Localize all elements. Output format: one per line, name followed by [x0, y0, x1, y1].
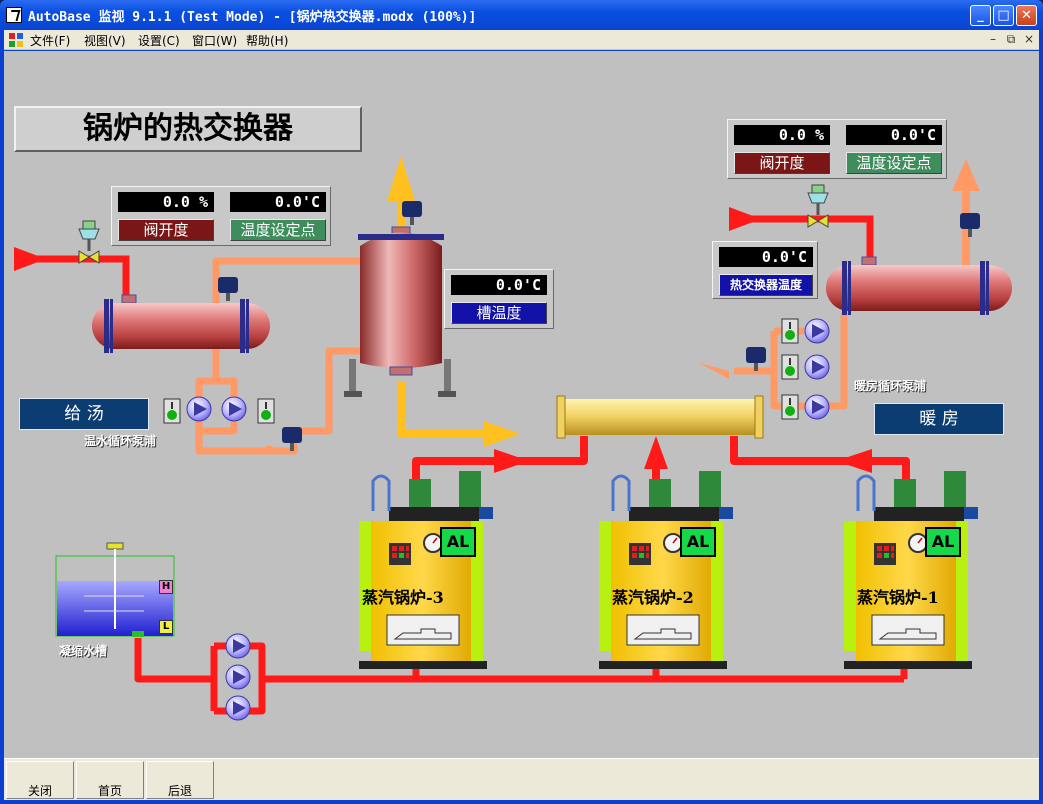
right-heat-exchanger[interactable]: [826, 256, 1012, 315]
hx-temp-panel: 0.0'C 热交换器温度: [712, 241, 818, 299]
tank-temp-value: 0.0'C: [451, 275, 547, 295]
pump-switch-icon[interactable]: [781, 354, 799, 380]
boiler-2[interactable]: [599, 471, 733, 669]
boiler-1-label: 蒸汽锅炉-1: [857, 588, 939, 607]
boiler-2-label: 蒸汽锅炉-2: [612, 588, 694, 607]
left-steam-inlet-arrow: [14, 247, 46, 271]
right-temp-value: 0.0'C: [846, 125, 942, 145]
minimize-button[interactable]: _: [970, 5, 991, 26]
right-control-panel: 0.0 % 阀开度 0.0'C 温度设定点: [727, 119, 947, 179]
title-bar[interactable]: AutoBase 监视 9.1.1 (Test Mode) - [锅炉热交换器.…: [0, 0, 1043, 30]
buffer-tank[interactable]: [344, 226, 456, 397]
temp-sensor-icon[interactable]: [218, 277, 238, 301]
document-icon[interactable]: [8, 32, 24, 48]
boiler-3-label: 蒸汽锅炉-3: [362, 588, 444, 607]
high-level-indicator: H: [159, 580, 173, 594]
pump-switch-icon[interactable]: [257, 398, 275, 424]
condensate-tank-label: 凝缩水槽: [59, 644, 108, 658]
app-icon[interactable]: [6, 7, 22, 23]
mdi-restore-button[interactable]: ⧉: [1004, 32, 1018, 47]
right-valve-value: 0.0 %: [734, 125, 830, 145]
heating-return-arrow: [699, 363, 729, 379]
left-heat-exchanger[interactable]: [92, 294, 270, 353]
pump-icon[interactable]: [804, 318, 830, 344]
menu-settings[interactable]: 设置(C): [138, 32, 180, 49]
menu-view[interactable]: 视图(V): [84, 32, 126, 49]
hx-temp-label[interactable]: 热交换器温度: [719, 274, 813, 296]
pump-switch-icon[interactable]: [781, 318, 799, 344]
menu-file[interactable]: 文件(F): [30, 32, 70, 49]
home-button[interactable]: 首页: [76, 761, 144, 799]
close-window-button[interactable]: ✕: [1016, 5, 1037, 26]
window-title: AutoBase 监视 9.1.1 (Test Mode) - [锅炉热交换器.…: [28, 10, 477, 25]
supply-label[interactable]: 给 汤: [19, 398, 149, 430]
left-steam-inlet-pipe: [14, 255, 130, 301]
pump-icon[interactable]: [225, 664, 251, 690]
boiler-2-alarm[interactable]: AL: [680, 527, 716, 557]
temp-sensor-icon[interactable]: [746, 347, 766, 371]
application-window: AutoBase 监视 9.1.1 (Test Mode) - [锅炉热交换器.…: [0, 0, 1043, 804]
left-temp-label[interactable]: 温度设定点: [230, 219, 326, 241]
pump-icon[interactable]: [221, 396, 247, 422]
tank-temp-label[interactable]: 槽温度: [451, 302, 547, 324]
pump-icon[interactable]: [225, 633, 251, 659]
tank-temp-panel: 0.0'C 槽温度: [444, 269, 554, 329]
steam-header: [556, 395, 764, 439]
tank-drain-arrow: [484, 421, 520, 447]
heating-label[interactable]: 暖 房: [874, 403, 1004, 435]
steam-arrow-right: [836, 449, 872, 473]
pump-icon[interactable]: [804, 394, 830, 420]
pump-icon[interactable]: [804, 354, 830, 380]
hot-water-pump-label: 温水循环泵浦: [84, 434, 157, 448]
boiler-3-alarm[interactable]: AL: [440, 527, 476, 557]
left-valve-label[interactable]: 阀开度: [118, 219, 214, 241]
left-control-panel: 0.0 % 阀开度 0.0'C 温度设定点: [111, 186, 331, 246]
heating-pump-label: 暖房循环泵浦: [854, 379, 927, 393]
menu-window[interactable]: 窗口(W): [192, 32, 237, 49]
right-temp-label[interactable]: 温度设定点: [846, 152, 942, 174]
pump-icon[interactable]: [225, 695, 251, 721]
low-level-indicator: L: [159, 620, 173, 634]
left-valve-value: 0.0 %: [118, 192, 214, 212]
left-control-valve[interactable]: [78, 220, 100, 264]
bottom-toolbar: 关闭 首页 后退: [4, 758, 1039, 800]
menu-bar: 文件(F) 视图(V) 设置(C) 窗口(W) 帮助(H) – ⧉ ×: [4, 30, 1039, 50]
right-control-valve[interactable]: [807, 184, 829, 228]
right-steam-inlet-arrow: [729, 207, 761, 231]
condensate-tank[interactable]: [55, 542, 175, 637]
mdi-close-button[interactable]: ×: [1022, 32, 1036, 46]
feed-water-pipes: [134, 638, 908, 715]
pump-icon[interactable]: [186, 396, 212, 422]
boiler-1-alarm[interactable]: AL: [925, 527, 961, 557]
left-temp-value: 0.0'C: [230, 192, 326, 212]
screen-title: 锅炉的热交换器: [14, 106, 362, 152]
maximize-button[interactable]: □: [993, 5, 1014, 26]
boiler-3[interactable]: [359, 471, 493, 669]
mdi-minimize-button[interactable]: –: [986, 32, 1000, 46]
pump-switch-icon[interactable]: [781, 394, 799, 420]
steam-arrow-center: [644, 436, 668, 469]
steam-arrow-left: [494, 449, 529, 473]
right-valve-label[interactable]: 阀开度: [734, 152, 830, 174]
pump-switch-icon[interactable]: [163, 398, 181, 424]
hx-temp-value: 0.0'C: [719, 247, 813, 267]
scada-canvas: 锅炉的热交换器 0.0 % 阀开度 0.0'C 温度设定点 0.0'C 槽温度 …: [4, 51, 1039, 758]
menu-help[interactable]: 帮助(H): [246, 32, 288, 49]
temp-sensor-icon[interactable]: [282, 427, 302, 451]
close-button[interactable]: 关闭: [6, 761, 74, 799]
boiler-1[interactable]: [844, 471, 978, 669]
back-button[interactable]: 后退: [146, 761, 214, 799]
